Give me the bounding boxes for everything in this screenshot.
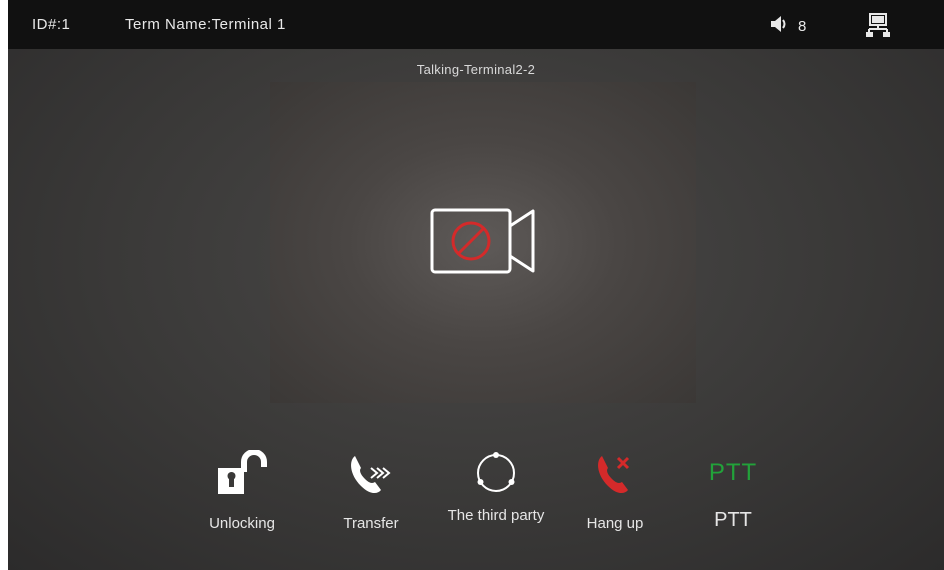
third-party-label: The third party [447,507,545,524]
speaker-icon [770,15,790,37]
ptt-label: PTT [714,509,752,531]
no-video-icon [430,208,536,279]
call-status: Talking-Terminal2-2 [416,62,536,77]
ptt-button[interactable]: PTT PTT [683,448,783,531]
unlock-label: Unlocking [209,515,275,532]
terminal-name: Term Name:Terminal 1 [125,16,286,33]
hang-up-button[interactable]: Hang up [565,448,665,532]
ptt-icon: PTT [683,448,783,498]
network-icon [866,13,890,41]
volume-level: 8 [798,17,807,35]
status-bar: ID#:1 Term Name:Terminal 1 8 [8,0,944,49]
hang-up-label: Hang up [586,515,644,532]
ptt-mark: PTT [708,459,758,486]
volume-indicator[interactable]: 8 [770,15,806,37]
transfer-label: Transfer [343,515,399,532]
unlock-icon [192,448,292,498]
terminal-id: ID#:1 [32,16,71,33]
third-party-icon [446,448,546,498]
third-party-button[interactable]: The third party [446,448,546,524]
unlock-button[interactable]: Unlocking [192,448,292,532]
transfer-button[interactable]: Transfer [321,448,421,532]
intercom-screen: ID#:1 Term Name:Terminal 1 8 Talking-Ter… [8,0,944,570]
hang-up-icon [565,448,665,498]
call-transfer-icon [321,448,421,498]
video-area [270,82,696,403]
